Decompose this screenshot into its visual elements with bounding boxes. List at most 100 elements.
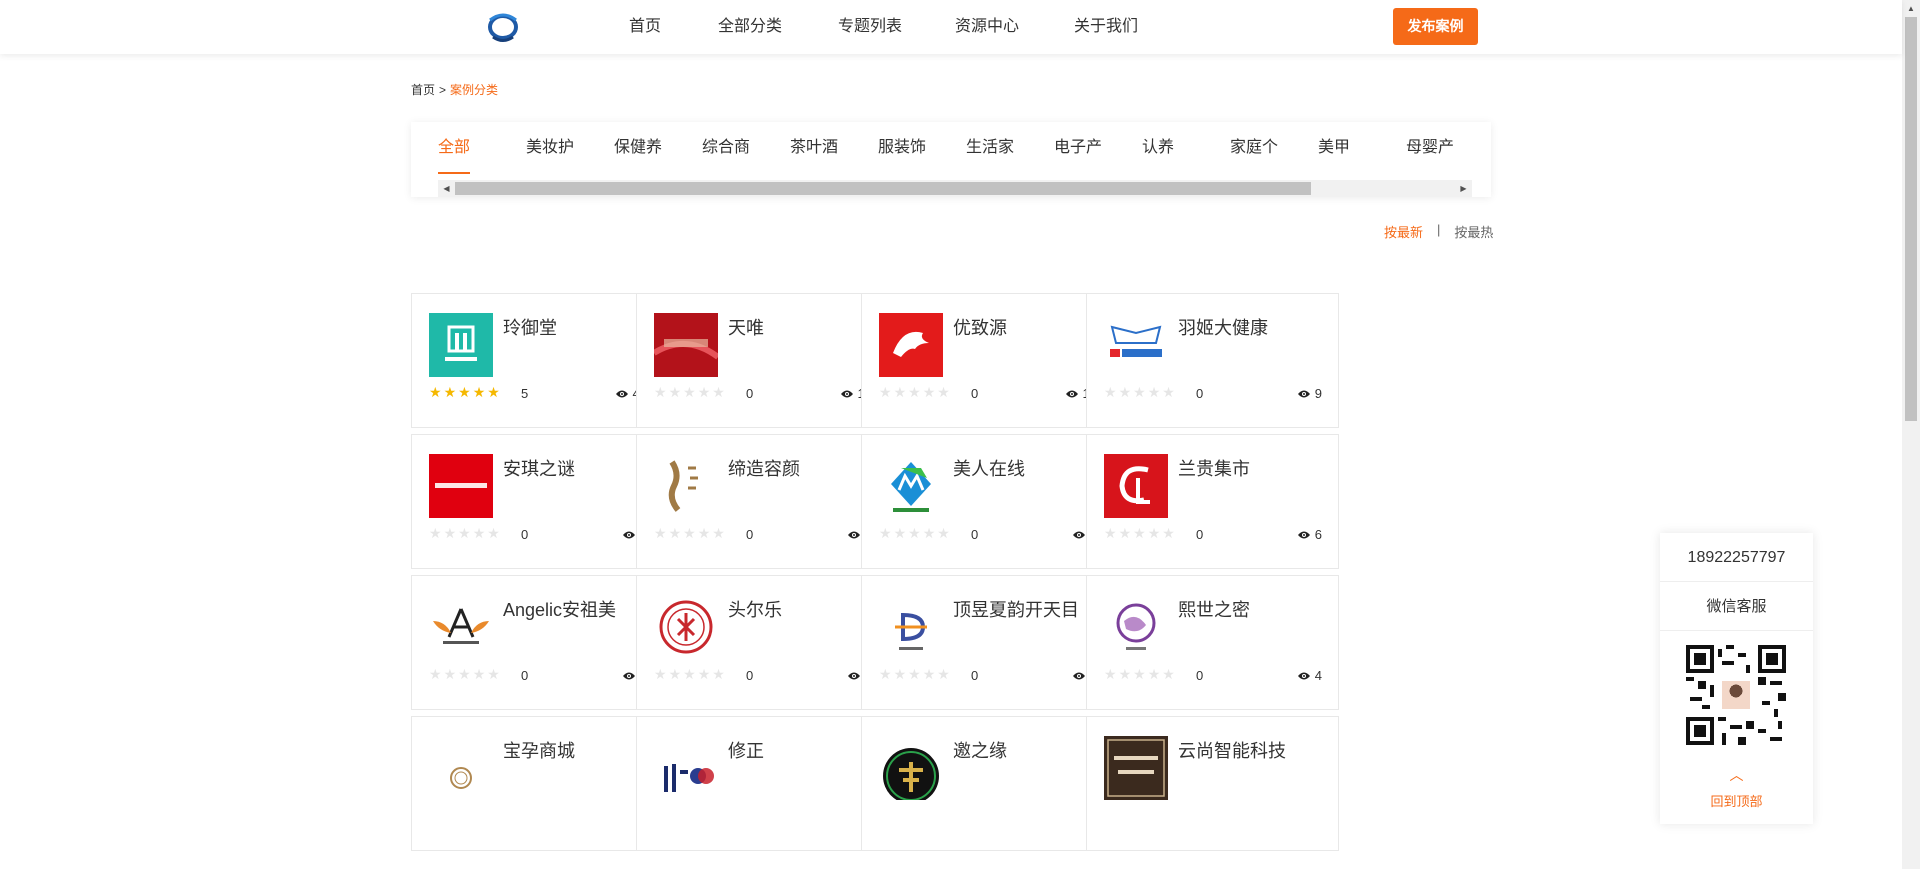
case-card[interactable]: 羽姬大健康 ★ ★ ★ ★ ★ 0 9 <box>1086 293 1339 428</box>
star-icon: ★ <box>1104 525 1117 541</box>
scroll-right-arrow-icon[interactable]: ▶ <box>1455 180 1472 197</box>
nav-all-categories[interactable]: 全部分类 <box>690 0 810 54</box>
nav-topics[interactable]: 专题列表 <box>810 0 930 54</box>
star-icon: ★ <box>683 525 696 541</box>
tianwei-logo-icon <box>652 313 720 377</box>
star-icon: ★ <box>879 384 892 400</box>
star-icon: ★ <box>712 384 725 400</box>
case-card[interactable]: 邀之缘 <box>861 716 1114 851</box>
star-icon: ★ <box>1162 525 1175 541</box>
page-scrollbar-thumb[interactable] <box>1905 17 1917 421</box>
case-card[interactable]: 宝孕商城 <box>411 716 664 851</box>
case-card[interactable]: 修正 <box>636 716 889 851</box>
star-icon: ★ <box>487 525 500 541</box>
star-icon: ★ <box>937 525 950 541</box>
category-tab[interactable]: 茶叶酒 <box>790 122 878 174</box>
case-card[interactable]: 云尚智能科技 <box>1086 716 1339 851</box>
star-icon: ★ <box>1118 666 1132 682</box>
page-vertical-scrollbar[interactable]: ▲ <box>1902 0 1920 869</box>
eye-icon <box>1297 531 1310 538</box>
star-icon: ★ <box>908 384 921 400</box>
rating-stars: ★ ★ ★ ★ ★ <box>429 526 500 540</box>
rating-stars: ★ ★ ★ ★ ★ <box>879 385 950 399</box>
sort-hottest[interactable]: 按最热 <box>1454 222 1493 241</box>
category-tab[interactable]: 美妆护 <box>526 122 614 174</box>
star-icon: ★ <box>908 666 921 682</box>
star-icon: ★ <box>487 384 500 400</box>
category-tabs: 全部 美妆护 保健养 综合商 茶叶酒 服装饰 生活家 电子产 认养 家庭个 美甲 母婴产 <box>438 122 1494 174</box>
seal-logo-icon <box>654 595 718 659</box>
view-count: 4 <box>1297 668 1322 683</box>
category-tab[interactable]: 电子产 <box>1054 122 1142 174</box>
case-card[interactable]: 头尔乐★★★★★06 <box>636 575 889 710</box>
star-icon: ★ <box>697 384 711 400</box>
case-name: 美人在线 <box>953 459 1025 479</box>
category-horizontal-scrollbar[interactable]: ◀ ▶ <box>438 180 1472 197</box>
eye-icon <box>622 672 635 679</box>
case-card[interactable]: 优致源★★★★★010 <box>861 293 1114 428</box>
star-icon: ★ <box>697 666 711 682</box>
case-card[interactable]: 顶昱夏韵开天目★★★★★04 <box>861 575 1114 710</box>
nav-about[interactable]: 关于我们 <box>1044 0 1168 54</box>
eye-icon <box>615 390 628 397</box>
case-name: 天唯 <box>728 318 764 338</box>
star-icon: ★ <box>937 666 950 682</box>
star-icon: ★ <box>654 384 667 400</box>
star-icon: ★ <box>937 384 950 400</box>
rating-score: 0 <box>521 668 529 683</box>
site-logo-icon[interactable] <box>485 10 521 44</box>
back-to-top-button[interactable]: ︿ 回到顶部 <box>1660 765 1813 810</box>
contact-phone[interactable]: 18922257797 <box>1660 533 1813 582</box>
scroll-left-arrow-icon[interactable]: ◀ <box>438 180 455 197</box>
category-tab[interactable]: 母婴产 <box>1406 122 1494 174</box>
case-card[interactable]: 安琪之谜★★★★★06 <box>411 434 664 569</box>
case-card[interactable]: 缔造容颜★★★★★06 <box>636 434 889 569</box>
lg-logo-icon <box>1104 454 1168 518</box>
view-count-value: 9 <box>1314 386 1322 401</box>
star-icon: ★ <box>697 525 711 541</box>
star-icon: ★ <box>893 384 907 400</box>
case-name: 熙世之密 <box>1178 600 1250 620</box>
case-card[interactable]: Angelic安祖美★★★★★06 <box>411 575 664 710</box>
rating-score: 0 <box>746 668 754 683</box>
star-icon: ★ <box>1133 666 1146 682</box>
star-icon: ★ <box>1118 384 1132 400</box>
case-card[interactable]: 天唯★★★★★012 <box>636 293 889 428</box>
category-tab[interactable]: 家庭个 <box>1230 122 1318 174</box>
category-tab[interactable]: 服装饰 <box>878 122 966 174</box>
case-name: 缔造容颜 <box>728 459 800 479</box>
eye-icon <box>847 531 860 538</box>
star-icon: ★ <box>443 384 457 400</box>
star-icon: ★ <box>429 666 442 682</box>
rating-score: 0 <box>1196 668 1204 683</box>
category-tab[interactable]: 综合商 <box>702 122 790 174</box>
star-icon: ★ <box>879 525 892 541</box>
eye-icon <box>1072 672 1085 679</box>
scrollbar-thumb[interactable] <box>455 182 1311 195</box>
category-tab[interactable]: 全部 <box>438 122 526 174</box>
weichuang-logo-icon <box>1104 313 1168 377</box>
category-tab[interactable]: 保健养 <box>614 122 702 174</box>
category-tab[interactable]: 认养 <box>1142 122 1230 174</box>
sort-newest[interactable]: 按最新 <box>1384 222 1423 241</box>
breadcrumb-home[interactable]: 首页 <box>411 83 435 97</box>
case-card[interactable]: 熙世之密 ★ ★ ★ ★ ★ 0 4 <box>1086 575 1339 710</box>
star-icon: ★ <box>1133 384 1146 400</box>
baoyun-logo-icon <box>429 736 493 800</box>
rating-stars: ★ ★ ★ ★ ★ <box>654 667 725 681</box>
case-card[interactable]: 兰贵集市 ★ ★ ★ ★ ★ 0 6 <box>1086 434 1339 569</box>
nav-home[interactable]: 首页 <box>600 0 690 54</box>
case-card[interactable]: 玲御堂★★★★★542 <box>411 293 664 428</box>
category-tab[interactable]: 生活家 <box>966 122 1054 174</box>
main-nav: 首页 全部分类 专题列表 资源中心 关于我们 <box>600 0 1168 54</box>
d-logo-icon <box>879 595 943 659</box>
category-filter: 全部 美妆护 保健养 综合商 茶叶酒 服装饰 生活家 电子产 认养 家庭个 美甲 母婴产 ◀ ▶ <box>411 122 1491 197</box>
category-tab[interactable]: 美甲 <box>1318 122 1406 174</box>
nav-resources[interactable]: 资源中心 <box>930 0 1044 54</box>
calligraphy-logo-icon <box>654 454 718 518</box>
case-card[interactable]: 美人在线★★★★★06 <box>861 434 1114 569</box>
star-icon: ★ <box>922 384 936 400</box>
scroll-up-arrow-icon[interactable]: ▲ <box>1902 0 1920 17</box>
publish-case-button[interactable]: 发布案例 <box>1393 8 1478 45</box>
breadcrumb: 首页 > 案例分类 <box>411 81 498 98</box>
